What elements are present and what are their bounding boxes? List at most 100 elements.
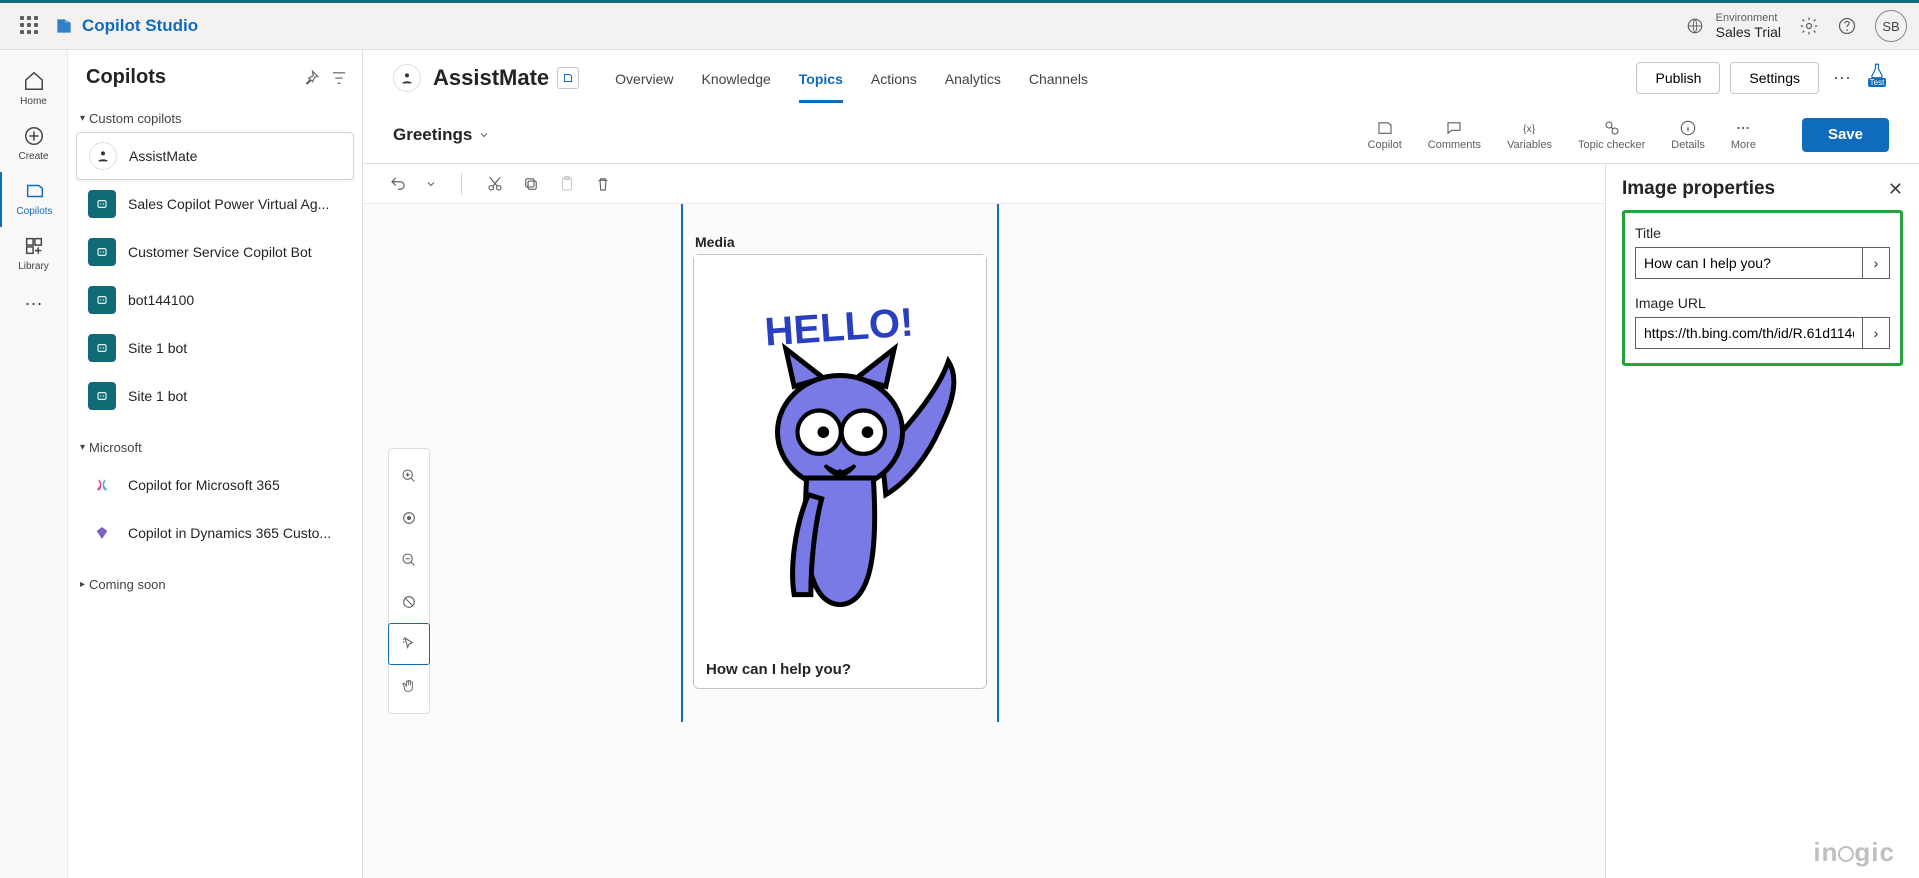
media-node-card[interactable]: HELLO! bbox=[693, 254, 987, 689]
canvas-zoom-controls bbox=[388, 448, 430, 714]
tool-copilot[interactable]: Copilot bbox=[1368, 119, 1402, 151]
copilot-item[interactable]: Site 1 bot bbox=[76, 324, 354, 372]
tool-variables[interactable]: {x}Variables bbox=[1507, 119, 1552, 151]
save-button[interactable]: Save bbox=[1802, 118, 1889, 152]
section-coming-soon[interactable]: ▸Coming soon bbox=[68, 571, 362, 598]
undo-icon[interactable] bbox=[389, 175, 407, 193]
section-custom-copilots[interactable]: ▾Custom copilots bbox=[68, 105, 362, 132]
copilot-item[interactable]: Sales Copilot Power Virtual Ag... bbox=[76, 180, 354, 228]
m365-icon bbox=[88, 471, 116, 499]
main-tabs: Overview Knowledge Topics Actions Analyt… bbox=[615, 53, 1088, 103]
top-bar: Copilot Studio Environment Sales Trial S… bbox=[0, 3, 1919, 50]
copilot-item-m365[interactable]: Copilot for Microsoft 365 bbox=[76, 461, 354, 509]
copilot-item[interactable]: bot144100 bbox=[76, 276, 354, 324]
title-expand-icon[interactable]: › bbox=[1862, 247, 1890, 279]
copilots-icon bbox=[24, 180, 46, 202]
rail-item-copilots[interactable]: Copilots bbox=[0, 172, 68, 227]
svg-text:{x}: {x} bbox=[1523, 122, 1536, 134]
editor-toolbar bbox=[363, 164, 1605, 204]
tab-channels[interactable]: Channels bbox=[1029, 53, 1088, 103]
media-caption: How can I help you? bbox=[694, 651, 986, 688]
tool-topic-checker[interactable]: Topic checker bbox=[1578, 119, 1645, 151]
paste-icon[interactable] bbox=[558, 175, 576, 193]
tab-knowledge[interactable]: Knowledge bbox=[702, 53, 771, 103]
copilot-item-dynamics[interactable]: Copilot in Dynamics 365 Custo... bbox=[76, 509, 354, 557]
test-bot-button[interactable]: Test bbox=[1865, 62, 1889, 94]
user-avatar[interactable]: SB bbox=[1875, 10, 1907, 42]
environment-picker[interactable]: Environment Sales Trial bbox=[1686, 12, 1781, 41]
section-microsoft[interactable]: ▾Microsoft bbox=[68, 434, 362, 461]
copilot-item-assistmate[interactable]: AssistMate bbox=[76, 132, 354, 180]
topic-bar: Greetings Copilot Comments {x}Variables … bbox=[363, 106, 1919, 164]
environment-label: Environment bbox=[1716, 12, 1781, 25]
tool-details[interactable]: Details bbox=[1671, 119, 1705, 151]
tab-topics[interactable]: Topics bbox=[799, 53, 843, 103]
image-url-expand-icon[interactable]: › bbox=[1862, 317, 1890, 349]
authoring-canvas[interactable]: Media HELLO! bbox=[363, 204, 1605, 878]
image-url-field-label: Image URL bbox=[1635, 295, 1890, 311]
chevron-down-icon[interactable] bbox=[425, 175, 437, 193]
copy-icon[interactable] bbox=[522, 175, 540, 193]
cut-icon[interactable] bbox=[486, 175, 504, 193]
left-rail: Home Create Copilots Library ⋯ bbox=[0, 50, 68, 878]
settings-button[interactable]: Settings bbox=[1730, 62, 1819, 94]
tab-actions[interactable]: Actions bbox=[871, 53, 917, 103]
bot-icon bbox=[88, 286, 116, 314]
main-area: AssistMate Overview Knowledge Topics Act… bbox=[363, 50, 1919, 878]
brand-link[interactable]: Copilot Studio bbox=[54, 16, 198, 36]
bot-icon bbox=[88, 334, 116, 362]
title-field-label: Title bbox=[1635, 225, 1890, 241]
pin-icon[interactable] bbox=[302, 69, 320, 87]
image-properties-pane: Image properties ✕ Title › Image URL › bbox=[1605, 164, 1919, 878]
zoom-in-icon[interactable] bbox=[388, 455, 430, 497]
filter-icon[interactable] bbox=[330, 69, 348, 87]
home-icon bbox=[23, 70, 45, 92]
help-icon[interactable] bbox=[1837, 16, 1857, 36]
globe-icon bbox=[1686, 17, 1704, 35]
close-icon[interactable]: ✕ bbox=[1888, 179, 1903, 200]
tab-analytics[interactable]: Analytics bbox=[945, 53, 1001, 103]
bot-switch-dropdown[interactable] bbox=[557, 67, 579, 89]
settings-gear-icon[interactable] bbox=[1799, 16, 1819, 36]
chevron-down-icon bbox=[478, 129, 490, 141]
title-input[interactable] bbox=[1635, 247, 1862, 279]
copilot-item[interactable]: Customer Service Copilot Bot bbox=[76, 228, 354, 276]
bot-avatar-icon bbox=[393, 64, 421, 92]
copilot-item[interactable]: Site 1 bot bbox=[76, 372, 354, 420]
hand-pan-icon[interactable] bbox=[388, 665, 430, 707]
rail-item-create[interactable]: Create bbox=[0, 117, 68, 172]
zoom-reset-icon[interactable] bbox=[388, 581, 430, 623]
panel-title: Copilots bbox=[86, 66, 292, 89]
library-icon bbox=[23, 235, 45, 257]
copilot-small-icon bbox=[562, 72, 574, 84]
publish-button[interactable]: Publish bbox=[1636, 62, 1720, 94]
header-more-icon[interactable]: ⋯ bbox=[1829, 68, 1855, 89]
media-image: HELLO! bbox=[694, 255, 986, 651]
app-launcher-icon[interactable] bbox=[20, 16, 40, 36]
highlighted-properties: Title › Image URL › bbox=[1622, 210, 1903, 366]
environment-name: Sales Trial bbox=[1716, 24, 1781, 40]
tool-comments[interactable]: Comments bbox=[1428, 119, 1481, 151]
zoom-fit-icon[interactable] bbox=[388, 497, 430, 539]
topic-name-dropdown[interactable]: Greetings bbox=[393, 125, 490, 145]
rail-item-home[interactable]: Home bbox=[0, 62, 68, 117]
tab-overview[interactable]: Overview bbox=[615, 53, 673, 103]
copilots-panel: Copilots ▾Custom copilots AssistMate Sal… bbox=[68, 50, 363, 878]
bot-icon bbox=[88, 382, 116, 410]
delete-icon[interactable] bbox=[594, 175, 612, 193]
bot-icon bbox=[88, 190, 116, 218]
rail-item-more[interactable]: ⋯ bbox=[0, 286, 68, 325]
brand-text: Copilot Studio bbox=[82, 16, 198, 36]
zoom-out-icon[interactable] bbox=[388, 539, 430, 581]
image-url-input[interactable] bbox=[1635, 317, 1862, 349]
bot-avatar-icon bbox=[89, 142, 117, 170]
dynamics-icon bbox=[88, 519, 116, 547]
tool-more[interactable]: More bbox=[1731, 119, 1756, 151]
bot-icon bbox=[88, 238, 116, 266]
properties-pane-title: Image properties bbox=[1622, 178, 1888, 200]
watermark: ingic bbox=[1813, 837, 1895, 868]
copilot-logo-icon bbox=[54, 16, 74, 36]
cursor-select-icon[interactable] bbox=[388, 623, 430, 665]
rail-item-library[interactable]: Library bbox=[0, 227, 68, 282]
main-header: AssistMate Overview Knowledge Topics Act… bbox=[363, 50, 1919, 106]
